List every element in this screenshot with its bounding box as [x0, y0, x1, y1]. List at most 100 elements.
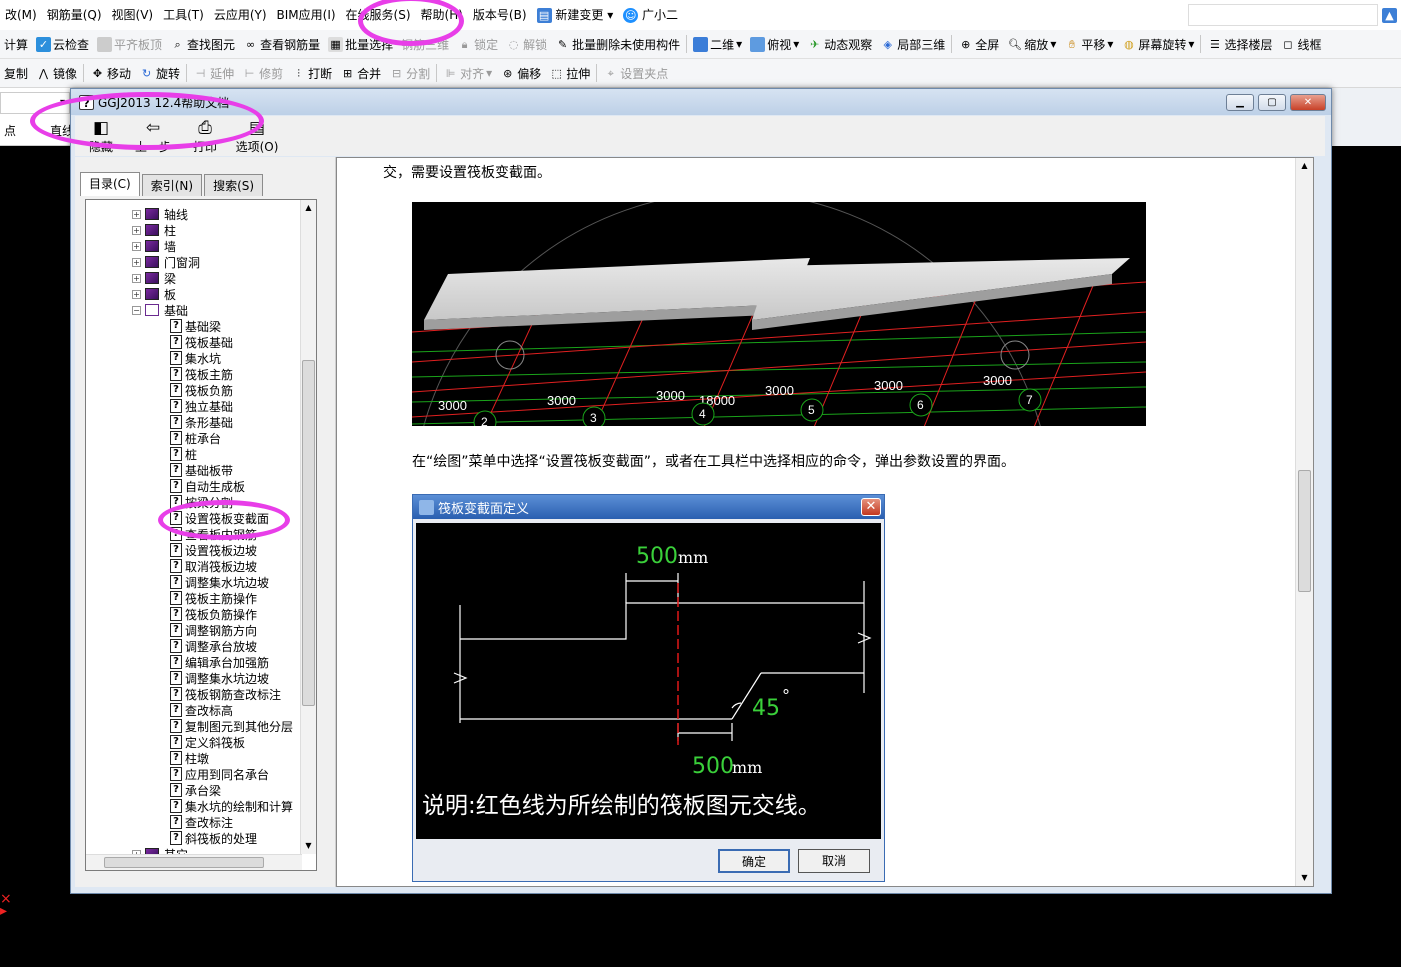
fullscreen-button[interactable]: ⊕ 全屏: [954, 32, 1003, 56]
expand-icon[interactable]: +: [132, 273, 141, 283]
menu-rebar-quantity[interactable]: 钢筋量(Q): [42, 0, 107, 30]
tree-topic[interactable]: ? 承台梁: [170, 782, 221, 798]
tree-book[interactable]: + 梁: [132, 270, 176, 286]
tree-topic[interactable]: ? 筏板负筋操作: [170, 606, 257, 622]
menu-version[interactable]: 版本号(B): [468, 0, 532, 30]
tree-topic[interactable]: ? 筏板负筋: [170, 382, 233, 398]
set-grip-button[interactable]: ⌖ 设置夹点: [599, 61, 672, 85]
tree-topic[interactable]: ? 调整集水坑边坡: [170, 574, 269, 590]
wireframe-button[interactable]: ◻ 线框: [1276, 32, 1325, 56]
tree-topic[interactable]: ? 集水坑的绘制和计算: [170, 798, 293, 814]
tree-topic[interactable]: ? 设置筏板边坡: [170, 542, 257, 558]
tree-topic[interactable]: ? 自动生成板: [170, 478, 245, 494]
tree-topic[interactable]: ? 筏板基础: [170, 334, 233, 350]
pan-button[interactable]: ✋︎ 平移 ▾: [1060, 32, 1117, 56]
cancel-button[interactable]: 取消: [798, 849, 870, 873]
expand-icon[interactable]: +: [132, 225, 141, 235]
tree-topic[interactable]: ? 基础板带: [170, 462, 233, 478]
tab-search[interactable]: 搜索(S): [204, 174, 264, 196]
hscroll-thumb[interactable]: [104, 857, 264, 868]
offset-button[interactable]: ⊛ 偏移: [496, 61, 545, 85]
break-button[interactable]: ⫶ 打断: [287, 61, 336, 85]
ok-button[interactable]: 确定: [718, 849, 790, 873]
minimize-button[interactable]: ▁: [1226, 94, 1254, 111]
merge-button[interactable]: ⊞ 合并: [336, 61, 385, 85]
tree-topic[interactable]: ? 取消筏板边坡: [170, 558, 257, 574]
tree-topic[interactable]: ? 调整承台放坡: [170, 638, 257, 654]
user-icon[interactable]: ▲: [1382, 7, 1397, 23]
top-width-value[interactable]: 500: [636, 544, 678, 569]
tree-topic[interactable]: ? 编辑承台加强筋: [170, 654, 269, 670]
tree-book-open[interactable]: − 基础: [132, 302, 188, 318]
expand-icon[interactable]: +: [132, 257, 141, 267]
rotate-screen-button[interactable]: ◍ 屏幕旋转 ▾: [1117, 32, 1198, 56]
scroll-up-arrow[interactable]: ▲: [301, 200, 316, 216]
expand-icon[interactable]: +: [132, 241, 141, 251]
tree-topic[interactable]: ? 调整集水坑边坡: [170, 670, 269, 686]
tree-book[interactable]: + 轴线: [132, 206, 188, 222]
tree-topic[interactable]: ? 查改标高: [170, 702, 233, 718]
tree-topic[interactable]: ? 筏板主筋操作: [170, 590, 257, 606]
calculate-button[interactable]: 计算: [0, 32, 32, 56]
tree-topic[interactable]: ? 集水坑: [170, 350, 221, 366]
tree-book[interactable]: + 柱: [132, 222, 176, 238]
stretch-button[interactable]: ⬚ 拉伸: [545, 61, 594, 85]
delete-unused-button[interactable]: ✎ 批量删除未使用构件: [551, 32, 684, 56]
expand-icon[interactable]: +: [132, 289, 141, 299]
menu-bim[interactable]: BIM应用(I): [272, 0, 341, 30]
maximize-button[interactable]: ▢: [1258, 94, 1286, 111]
tree-topic[interactable]: ? 查改标注: [170, 814, 233, 830]
point-button[interactable]: 点: [4, 122, 16, 139]
view-2d-button[interactable]: 二维 ▾: [689, 32, 746, 56]
orbit-button[interactable]: ✈ 动态观察: [803, 32, 876, 56]
tree-vertical-scrollbar[interactable]: ▲ ▼: [300, 200, 316, 854]
extend-button[interactable]: ⊣ 延伸: [189, 61, 238, 85]
tab-contents[interactable]: 目录(C): [80, 172, 140, 196]
tree-topic[interactable]: ? 筏板钢筋查改标注: [170, 686, 281, 702]
content-scroll-down[interactable]: ▼: [1296, 870, 1313, 886]
mirror-button[interactable]: ⋀ 镜像: [32, 61, 81, 85]
bottom-width-value[interactable]: 500: [692, 754, 734, 779]
split-button[interactable]: ⊟ 分割: [385, 61, 434, 85]
lock-button[interactable]: 🔒︎ 锁定: [453, 32, 502, 56]
tab-index[interactable]: 索引(N): [141, 174, 203, 196]
menu-modify[interactable]: 改(M): [0, 0, 42, 30]
menu-view[interactable]: 视图(V): [107, 0, 159, 30]
content-vertical-scrollbar[interactable]: ▲ ▼: [1295, 158, 1313, 886]
copy-button[interactable]: 复制: [0, 61, 32, 85]
menu-guangxiaoer[interactable]: ☺ 广小二: [618, 0, 683, 30]
content-scroll-thumb[interactable]: [1298, 470, 1311, 592]
tree-book[interactable]: + 板: [132, 286, 176, 302]
scroll-down-arrow[interactable]: ▼: [301, 838, 316, 854]
content-scroll-up[interactable]: ▲: [1296, 158, 1313, 174]
align-button[interactable]: ⊫ 对齐 ▾: [439, 61, 496, 85]
unlock-button[interactable]: ◌ 解锁: [502, 32, 551, 56]
tree-topic[interactable]: ? 定义斜筏板: [170, 734, 245, 750]
angle-value[interactable]: 45: [752, 696, 780, 721]
view-rebar-button[interactable]: ∞ 查看钢筋量: [239, 32, 324, 56]
move-button[interactable]: ✥ 移动: [86, 61, 135, 85]
tree-topic[interactable]: ? 筏板主筋: [170, 366, 233, 382]
close-button[interactable]: ✕: [1290, 94, 1326, 111]
cloud-check-button[interactable]: ✓ 云检查: [32, 32, 93, 56]
align-slab-top-button[interactable]: 平齐板顶: [93, 32, 166, 56]
tree-topic[interactable]: ? 独立基础: [170, 398, 233, 414]
menu-new-change[interactable]: ▤ 新建变更 ▾: [532, 0, 619, 30]
menu-tools[interactable]: 工具(T): [158, 0, 209, 30]
tree-topic[interactable]: ? 应用到同名承台: [170, 766, 269, 782]
collapse-icon[interactable]: −: [132, 305, 141, 315]
tree-scroll-thumb[interactable]: [302, 360, 315, 706]
tree-book[interactable]: + 墙: [132, 238, 176, 254]
tree-topic[interactable]: ? 复制图元到其他分层: [170, 718, 293, 734]
tree-topic[interactable]: ? 桩承台: [170, 430, 221, 446]
find-element-button[interactable]: ⌕ 查找图元: [166, 32, 239, 56]
tree-horizontal-scrollbar[interactable]: [86, 854, 302, 870]
rotate-button[interactable]: ↻ 旋转: [135, 61, 184, 85]
tree-topic[interactable]: ? 基础梁: [170, 318, 221, 334]
partial-3d-button[interactable]: ◈ 局部三维: [876, 32, 949, 56]
top-view-button[interactable]: 俯视 ▾: [746, 32, 803, 56]
tree-topic[interactable]: ? 桩: [170, 446, 197, 462]
tree-topic[interactable]: ? 斜筏板的处理: [170, 830, 257, 846]
select-floor-button[interactable]: ☰ 选择楼层: [1203, 32, 1276, 56]
zoom-button[interactable]: 🔍︎ 缩放 ▾: [1003, 32, 1060, 56]
